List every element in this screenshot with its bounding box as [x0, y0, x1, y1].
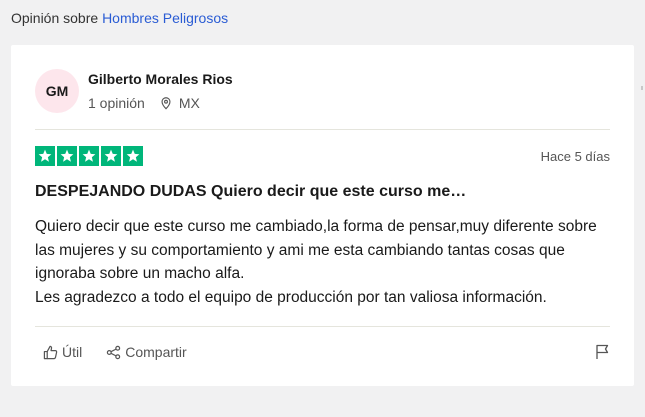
author-meta: 1 opinión MX — [88, 95, 200, 111]
location-pin-icon — [161, 97, 171, 110]
star-icon — [57, 146, 77, 166]
share-icon — [107, 345, 121, 359]
review-actions: Útil Compartir — [43, 344, 187, 360]
share-label: Compartir — [125, 344, 187, 360]
star-icon — [35, 146, 55, 166]
review-card: GM Gilberto Morales Rios 1 opinión MX Ha… — [11, 45, 634, 386]
divider — [35, 326, 610, 327]
author-country: MX — [178, 95, 200, 111]
thumbs-up-icon — [43, 345, 58, 359]
author-name[interactable]: Gilberto Morales Rios — [88, 71, 233, 87]
review-body: Quiero decir que este curso me cambiado,… — [35, 215, 615, 309]
breadcrumb: Opinión sobre Hombres Peligrosos — [11, 10, 228, 26]
scroll-indicator — [641, 86, 643, 90]
useful-button[interactable]: Útil — [43, 344, 82, 360]
breadcrumb-prefix: Opinión sobre — [11, 10, 99, 26]
star-icon — [79, 146, 99, 166]
review-title[interactable]: DESPEJANDO DUDAS Quiero decir que este c… — [35, 183, 466, 201]
divider — [35, 129, 610, 130]
review-body-paragraph: Les agradezco a todo el equipo de produc… — [35, 288, 547, 306]
share-button[interactable]: Compartir — [106, 344, 187, 360]
star-rating — [35, 146, 143, 166]
star-icon — [101, 146, 121, 166]
avatar-initials: GM — [45, 83, 69, 99]
star-icon — [123, 146, 143, 166]
useful-label: Útil — [62, 344, 83, 360]
reviews-count: 1 opinión — [88, 95, 145, 111]
flag-icon[interactable] — [594, 344, 610, 360]
review-body-paragraph: Quiero decir que este curso me cambiado,… — [35, 218, 597, 283]
review-date: Hace 5 días — [540, 149, 610, 164]
company-link[interactable]: Hombres Peligrosos — [102, 10, 228, 26]
avatar[interactable]: GM — [35, 69, 79, 113]
